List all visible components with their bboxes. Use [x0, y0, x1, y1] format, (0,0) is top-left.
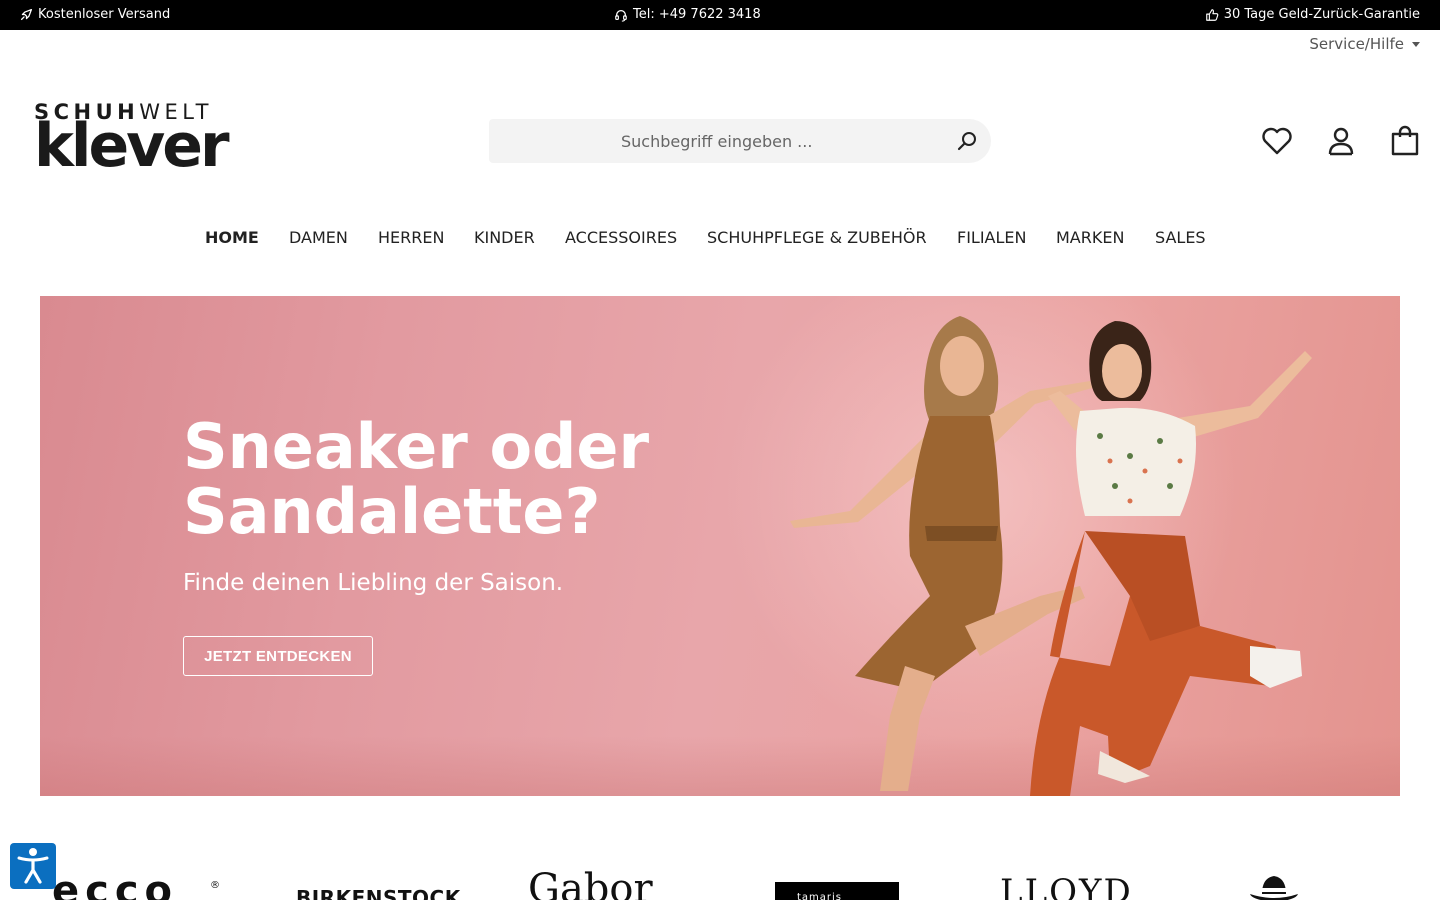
search-input[interactable]	[489, 119, 939, 163]
thumbs-up-icon	[1205, 8, 1219, 21]
shipping-info: Kostenloser Versand	[20, 7, 170, 22]
guarantee-info: 30 Tage Geld-Zurück-Garantie	[1205, 7, 1420, 22]
discover-button[interactable]: JETZT ENTDECKEN	[183, 636, 373, 676]
accessibility-button[interactable]	[10, 843, 56, 889]
rocket-icon	[20, 8, 33, 21]
brand-ecco-text: ecco	[52, 868, 179, 900]
brand-logo-ecco[interactable]: ecco ®	[52, 868, 220, 900]
brand-ecco-mark: ®	[210, 880, 220, 891]
brand-logo-tamaris[interactable]: tamaris	[775, 882, 899, 900]
brand-logo-birkenstock[interactable]: BIRKENSTOCK	[296, 886, 461, 900]
search-icon[interactable]	[955, 129, 979, 153]
caret-down-icon	[1412, 42, 1420, 47]
nav-item-damen[interactable]: DAMEN	[289, 228, 348, 247]
service-help-dropdown[interactable]: Service/Hilfe	[1309, 35, 1420, 53]
phone-info[interactable]: Tel: +49 7622 3418	[614, 7, 761, 22]
brand-logo-lloyd[interactable]: LLOYD	[1000, 872, 1133, 900]
top-info-bar: Kostenloser Versand Tel: +49 7622 3418 3…	[0, 0, 1440, 30]
shipping-text: Kostenloser Versand	[38, 7, 171, 22]
accessibility-icon	[17, 848, 49, 884]
hero-headline: Sneaker oder Sandalette?	[183, 414, 803, 544]
user-icon[interactable]	[1324, 124, 1358, 158]
heart-icon[interactable]	[1260, 124, 1294, 158]
nav-item-home[interactable]: HOME	[205, 228, 259, 247]
nav-item-kinder[interactable]: KINDER	[474, 228, 535, 247]
hero-models-image	[790, 316, 1312, 796]
phone-text: Tel: +49 7622 3418	[633, 7, 761, 22]
site-logo[interactable]: SCHUHWELT klever	[34, 100, 230, 182]
hero-banner[interactable]: Sneaker oder Sandalette? Finde deinen Lie…	[40, 296, 1400, 796]
search-bar	[489, 119, 991, 163]
service-help-label: Service/Hilfe	[1309, 35, 1404, 53]
hero-subline: Finde deinen Liebling der Saison.	[183, 570, 564, 596]
nav-item-herren[interactable]: HERREN	[378, 228, 444, 247]
headset-icon	[615, 9, 627, 22]
nav-item-marken[interactable]: MARKEN	[1056, 228, 1124, 247]
brand-tamaris-text: tamaris	[797, 892, 843, 900]
nav-item-filialen[interactable]: FILIALEN	[957, 228, 1027, 247]
guarantee-text: 30 Tage Geld-Zurück-Garantie	[1223, 7, 1420, 22]
nav-item-sales[interactable]: SALES	[1155, 228, 1206, 247]
nav-item-accessoires[interactable]: ACCESSOIRES	[565, 228, 677, 247]
brand-logo-hat-icon[interactable]	[1248, 872, 1300, 900]
main-navigation: HOME DAMEN HERREN KINDER ACCESSOIRES SCH…	[0, 228, 1440, 254]
shopping-bag-icon[interactable]	[1388, 124, 1422, 158]
logo-wordmark: klever	[34, 111, 230, 181]
brand-logo-gabor[interactable]: Gabor	[528, 866, 653, 900]
hero-headline-line1: Sneaker oder	[183, 410, 650, 483]
nav-item-schuhpflege[interactable]: SCHUHPFLEGE & ZUBEHÖR	[707, 228, 927, 247]
hero-headline-line2: Sandalette?	[183, 475, 601, 548]
